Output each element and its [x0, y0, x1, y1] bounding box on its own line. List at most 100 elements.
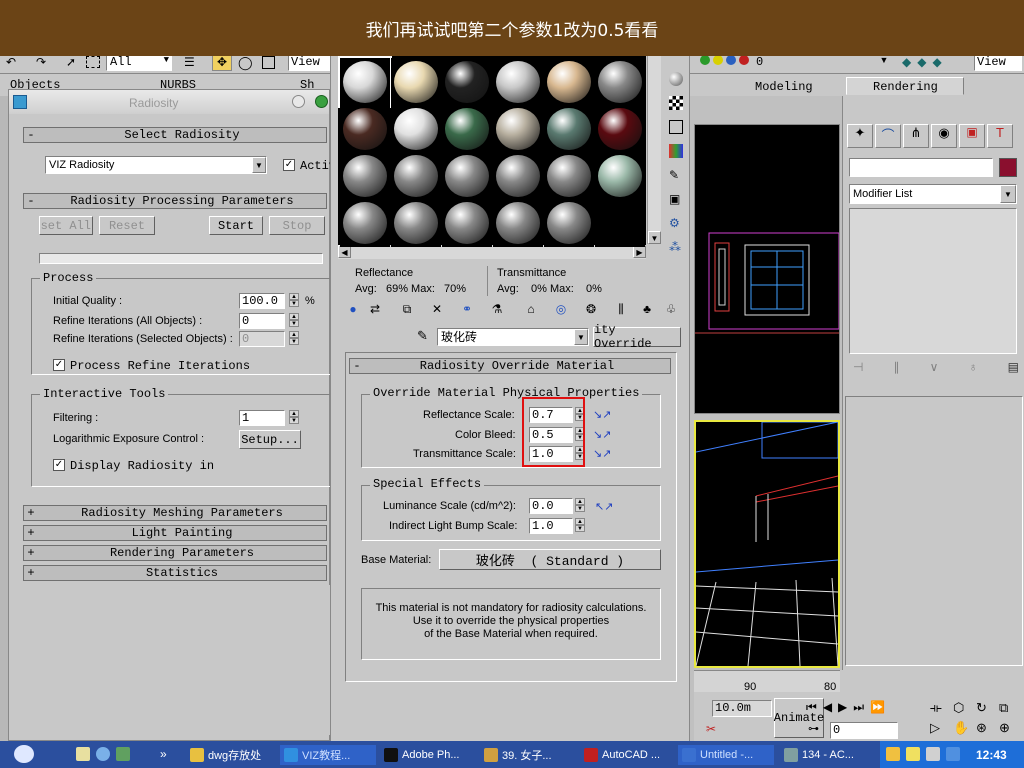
chevron-right-icon[interactable]: »	[160, 747, 167, 761]
get-material-icon[interactable]: ●	[343, 300, 363, 318]
active-checkbox[interactable]: ✓	[283, 159, 295, 171]
next-frame-icon[interactable]: ⏭	[853, 700, 864, 718]
select-pointer-icon[interactable]: ➚	[66, 55, 76, 69]
refine-all-spinner[interactable]: ▲ ▼	[289, 313, 299, 327]
sample-slot[interactable]	[595, 199, 645, 247]
display-radiosity-checkbox[interactable]: ✓	[53, 459, 65, 471]
region-select-icon[interactable]	[86, 56, 100, 68]
sample-slot[interactable]	[544, 58, 594, 106]
base-material-button[interactable]: 玻化砖 ( Standard )	[439, 549, 661, 570]
sample-slot[interactable]	[493, 152, 543, 200]
sample-slot[interactable]	[544, 105, 594, 153]
reflectance-lock-icon[interactable]: ↘↗	[593, 408, 611, 421]
time-config-icon[interactable]: ✂	[706, 722, 716, 736]
put-to-library-icon[interactable]: ⚗	[487, 300, 507, 318]
filtering-input[interactable]: 1	[239, 410, 285, 426]
layer-tool-icons[interactable]: ◆◆◆	[902, 55, 948, 69]
sample-slot[interactable]	[595, 58, 645, 106]
zoom-all-icon[interactable]: ⬡	[953, 700, 976, 720]
pin-stack-icon[interactable]: ⊣	[853, 360, 863, 378]
maximize-viewport-icon[interactable]: ⧉	[999, 700, 1022, 720]
start-logo-icon[interactable]	[14, 745, 34, 763]
taskbar-item[interactable]: AutoCAD ...	[580, 745, 674, 765]
move-icon[interactable]: ✥	[212, 54, 232, 71]
show-end-result-icon[interactable]: ❂	[581, 300, 601, 318]
chevron-down-icon[interactable]: ▼	[574, 329, 588, 345]
show-end-result-stack-icon[interactable]: ∥	[894, 360, 900, 378]
viewport-persp[interactable]	[694, 420, 840, 668]
play-icon[interactable]: ▶	[838, 700, 847, 718]
taskbar-item[interactable]: 134 - AC...	[780, 745, 876, 765]
go-to-end-icon[interactable]: ⏩	[870, 700, 885, 718]
put-to-scene-icon[interactable]: ⇄	[365, 300, 385, 318]
modifier-list-dropdown[interactable]: Modifier List ▼	[849, 184, 1017, 204]
modifier-stack[interactable]	[849, 208, 1017, 354]
assign-material-icon[interactable]: ⧉	[397, 300, 417, 318]
rollout-rendering-params[interactable]: + Rendering Parameters	[23, 545, 327, 561]
filtering-spinner[interactable]: ▲ ▼	[289, 410, 299, 424]
taskbar-item[interactable]: 39. 女子...	[480, 745, 576, 765]
key-icon[interactable]: ⊶	[808, 722, 819, 735]
setup-button[interactable]: Setup...	[239, 430, 301, 449]
display-tab-icon[interactable]: ▣	[959, 124, 985, 148]
current-frame-field[interactable]: 0	[830, 722, 898, 739]
tab-modeling[interactable]: Modeling	[755, 80, 813, 94]
object-color-swatch[interactable]	[999, 158, 1017, 177]
zoom-icon[interactable]: ⟛	[930, 700, 953, 720]
material-type-button[interactable]: ity Override	[593, 323, 681, 351]
rotate-icon[interactable]: ◯	[238, 55, 253, 71]
go-to-start-icon[interactable]: ⏮	[806, 700, 817, 718]
transmittance-lock-icon[interactable]: ↘↗	[593, 447, 611, 460]
bump-input[interactable]: 1.0	[529, 518, 573, 534]
viewport-top[interactable]	[694, 124, 840, 414]
create-tab-icon[interactable]: ✦	[847, 124, 873, 148]
show-desktop-icon[interactable]	[76, 747, 90, 761]
reset-button[interactable]: Reset	[99, 216, 155, 235]
rollout-processing-params[interactable]: - Radiosity Processing Parameters	[23, 193, 327, 209]
sample-slot[interactable]	[493, 199, 543, 247]
slots-vscroll[interactable]: ▼	[647, 56, 661, 244]
sample-slot[interactable]	[493, 105, 543, 153]
sample-slot[interactable]	[338, 56, 392, 108]
refine-selected-input[interactable]: 0	[239, 331, 285, 347]
make-unique-icon[interactable]: ⚭	[457, 300, 477, 318]
sample-slot[interactable]	[544, 152, 594, 200]
messenger-icon[interactable]	[116, 747, 130, 761]
go-to-parent-icon[interactable]: ⫼	[611, 300, 631, 318]
taskbar-item[interactable]: Untitled -...	[678, 745, 774, 765]
network-icon[interactable]	[946, 747, 960, 761]
luminance-spinner[interactable]: ▲ ▼	[575, 498, 585, 512]
sample-slot[interactable]	[340, 199, 390, 247]
initial-quality-input[interactable]: 100.0	[239, 293, 285, 309]
arc-rotate-icon[interactable]: ⊛	[976, 720, 999, 740]
redo-icon[interactable]: ↷	[36, 55, 46, 69]
bump-spinner[interactable]: ▲ ▼	[575, 518, 585, 532]
chevron-down-icon[interactable]: ▼	[648, 231, 661, 244]
taskbar-item[interactable]: Adobe Ph...	[380, 745, 476, 765]
select-by-name-icon[interactable]: ☰	[184, 55, 195, 69]
sample-slot[interactable]	[391, 105, 441, 153]
radiosity-select[interactable]: VIZ Radiosity ▼	[45, 156, 267, 174]
tray-app-icon[interactable]	[886, 747, 900, 761]
view-coord-dropdown[interactable]: View	[288, 54, 332, 71]
configure-sets-icon[interactable]: ▤	[1008, 360, 1019, 378]
go-forward-icon[interactable]: ♣	[637, 300, 657, 318]
refine-all-input[interactable]: 0	[239, 313, 285, 329]
remove-modifier-icon[interactable]: ♁	[969, 360, 978, 378]
layer-icons[interactable]	[700, 55, 760, 69]
start-button[interactable]: Start	[209, 216, 263, 235]
scale-icon[interactable]	[262, 56, 275, 69]
video-check-icon[interactable]: ✎	[669, 168, 679, 182]
taskbar-item[interactable]: dwg存放处	[186, 745, 276, 765]
refine-selected-spinner[interactable]: ▲ ▼	[289, 331, 299, 345]
make-preview-icon[interactable]: ▣	[669, 192, 680, 206]
reset-map-icon[interactable]: ✕	[427, 300, 447, 318]
slots-hscroll[interactable]: ◀ ▶	[338, 245, 646, 259]
sample-slot[interactable]	[442, 199, 492, 247]
ie-icon[interactable]	[96, 747, 110, 761]
background-icon[interactable]	[669, 120, 683, 134]
rollout-meshing[interactable]: + Radiosity Meshing Parameters	[23, 505, 327, 521]
object-name-field[interactable]	[849, 158, 993, 177]
hierarchy-tab-icon[interactable]: ⋔	[903, 124, 929, 148]
prev-frame-icon[interactable]: ◀	[823, 700, 832, 718]
